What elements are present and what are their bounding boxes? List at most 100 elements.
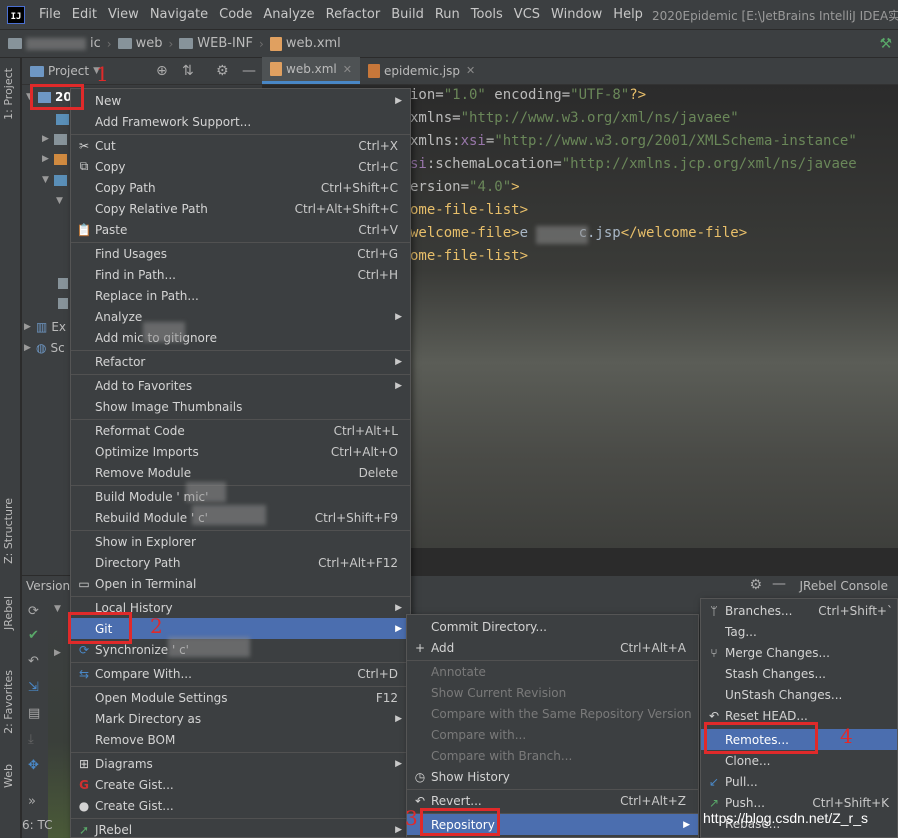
breadcrumb-project[interactable]: ic (8, 36, 101, 51)
menu-help[interactable]: Help (613, 7, 643, 22)
menu-item-directory-path[interactable]: Directory Path Ctrl+Alt+F12 (71, 552, 410, 573)
scissors-icon: ✂ (78, 138, 90, 153)
menu-item-stash-changes[interactable]: Stash Changes... (701, 663, 897, 684)
menu-item-tag[interactable]: Tag... (701, 621, 897, 642)
menu-code[interactable]: Code (219, 7, 252, 22)
submenu-arrow-icon: ▶ (395, 356, 402, 367)
menu-item-build-module[interactable]: Build Module ' mic' (71, 486, 410, 507)
hide-panel-icon[interactable]: — (772, 576, 786, 592)
menu-item-diagrams[interactable]: ⊞ Diagrams ▶ (71, 753, 410, 774)
tool-window-todo[interactable]: 6: TC (22, 818, 53, 832)
collapse-all-icon[interactable]: ⇅ (182, 63, 194, 79)
tree-row[interactable]: ▼ (56, 191, 68, 211)
menu-item-find-in-path[interactable]: Find in Path... Ctrl+H (71, 264, 410, 285)
menu-navigate[interactable]: Navigate (150, 7, 208, 22)
gear-icon[interactable]: ⚙ (216, 63, 229, 79)
menu-item-jrebel[interactable]: ➚ JRebel ▶ (71, 819, 410, 838)
folder-icon (8, 38, 22, 49)
menu-file[interactable]: File (39, 7, 61, 22)
xml-file-icon (269, 36, 282, 51)
menu-item-open-module-settings[interactable]: Open Module Settings F12 (71, 687, 410, 708)
menu-item-paste[interactable]: 📋 Paste Ctrl+V (71, 219, 410, 240)
locate-target-icon[interactable]: ⊕ (156, 63, 168, 79)
menu-item-remove-module[interactable]: Remove Module Delete (71, 462, 410, 483)
menu-item-cut[interactable]: ✂ Cut Ctrl+X (71, 135, 410, 156)
menu-window[interactable]: Window (551, 7, 602, 22)
pull-arrow-icon: ↙ (708, 774, 720, 789)
close-icon[interactable]: ✕ (466, 64, 475, 77)
changelist-icon[interactable]: ▤ (28, 706, 40, 721)
menu-item-show-image-thumbnails[interactable]: Show Image Thumbnails (71, 396, 410, 417)
diff-arrows-icon[interactable]: ⇲ (28, 680, 39, 695)
menu-item-refactor[interactable]: Refactor ▶ (71, 351, 410, 372)
tab-web-xml[interactable]: web.xml ✕ (262, 57, 360, 84)
menu-item-create-gist-github[interactable]: ● Create Gist... (71, 795, 410, 816)
tree-row[interactable]: ▶ (42, 129, 71, 149)
menu-tools[interactable]: Tools (471, 7, 503, 22)
menu-item-find-usages[interactable]: Find Usages Ctrl+G (71, 243, 410, 264)
menu-edit[interactable]: Edit (72, 7, 97, 22)
build-hammer-icon[interactable]: ⚒ (879, 36, 892, 52)
menu-item-replace-in-path[interactable]: Replace in Path... (71, 285, 410, 306)
menu-item-optimize-imports[interactable]: Optimize Imports Ctrl+Alt+O (71, 441, 410, 462)
menu-view[interactable]: View (108, 7, 139, 22)
annotation-box-2 (68, 612, 132, 644)
commit-check-icon[interactable]: ✔ (28, 628, 39, 643)
tab-epidemic-jsp[interactable]: epidemic.jsp ✕ (360, 57, 483, 84)
menu-analyze[interactable]: Analyze (263, 7, 314, 22)
jrebel-console-tab[interactable]: JRebel Console (799, 579, 888, 593)
hide-panel-icon[interactable]: — (242, 63, 256, 79)
menu-item-open-in-terminal[interactable]: ▭ Open in Terminal (71, 573, 410, 594)
menu-vcs[interactable]: VCS (514, 7, 540, 22)
menu-item-show-history[interactable]: ◷ Show History (407, 766, 698, 787)
expand-icon[interactable]: ✥ (28, 758, 39, 773)
menu-item-merge-changes[interactable]: ⑂ Merge Changes... (701, 642, 897, 663)
menu-item-new[interactable]: New ▶ (71, 90, 410, 111)
breadcrumb-web[interactable]: web (117, 36, 162, 51)
menu-refactor[interactable]: Refactor (326, 7, 381, 22)
close-icon[interactable]: ✕ (343, 63, 352, 76)
menu-item-commit-directory[interactable]: Commit Directory... (407, 616, 698, 637)
menu-item-add-to-gitignore[interactable]: Add mic to gitignore (71, 327, 410, 348)
version-control-tab[interactable]: Version (26, 579, 70, 593)
menu-item-remove-bom[interactable]: Remove BOM (71, 729, 410, 750)
gear-icon[interactable]: ⚙ (749, 577, 762, 593)
tool-window-project[interactable]: 1: Project (2, 68, 15, 120)
breadcrumb-web-xml[interactable]: web.xml (269, 36, 341, 51)
project-view-dropdown[interactable]: Project ▼ (22, 64, 100, 78)
tool-window-web[interactable]: Web (2, 764, 15, 788)
refresh-icon[interactable]: ⟳ (28, 604, 39, 619)
file-icon (58, 297, 68, 309)
menu-item-mark-directory-as[interactable]: Mark Directory as ▶ (71, 708, 410, 729)
undo-icon[interactable]: ↶ (28, 654, 39, 669)
menu-run[interactable]: Run (435, 7, 460, 22)
menu-item-git-add[interactable]: + Add Ctrl+Alt+A (407, 637, 698, 658)
code-line: ion="1.0" encoding="UTF-8"?> (410, 87, 647, 103)
menu-item-add-framework[interactable]: Add Framework Support... (71, 111, 410, 132)
shelve-icon[interactable]: ⤓ (28, 732, 34, 747)
menu-item-create-gist-gitee[interactable]: G Create Gist... (71, 774, 410, 795)
menu-item-copy-relative-path[interactable]: Copy Relative Path Ctrl+Alt+Shift+C (71, 198, 410, 219)
menu-build[interactable]: Build (391, 7, 424, 22)
menu-item-show-in-explorer[interactable]: Show in Explorer (71, 531, 410, 552)
menu-item-pull[interactable]: ↙ Pull... (701, 771, 897, 792)
breadcrumb-web-inf[interactable]: WEB-INF (179, 36, 253, 51)
more-icon[interactable]: » (28, 794, 36, 809)
menu-item-reformat-code[interactable]: Reformat Code Ctrl+Alt+L (71, 420, 410, 441)
tool-window-jrebel[interactable]: JRebel (2, 596, 15, 630)
jsp-file-icon (367, 63, 380, 78)
menu-item-analyze[interactable]: Analyze ▶ (71, 306, 410, 327)
menu-item-add-to-favorites[interactable]: Add to Favorites ▶ (71, 375, 410, 396)
tool-window-favorites[interactable]: 2: Favorites (2, 670, 15, 734)
menu-item-unstash-changes[interactable]: UnStash Changes... (701, 684, 897, 705)
tree-row-scratches[interactable]: ▶ ◍ Sc (24, 338, 65, 358)
menu-item-compare-with[interactable]: ⇆ Compare With... Ctrl+D (71, 663, 410, 684)
menu-item-copy[interactable]: ⧉ Copy Ctrl+C (71, 156, 410, 177)
menu-item-copy-path[interactable]: Copy Path Ctrl+Shift+C (71, 177, 410, 198)
tree-row-external-libraries[interactable]: ▶ ▥ Ex (24, 317, 66, 337)
code-line: ome-file-list> (410, 248, 529, 264)
tree-row[interactable]: ▼ (42, 170, 71, 190)
tree-row[interactable]: ▶ (42, 149, 71, 169)
tool-window-structure[interactable]: Z: Structure (2, 498, 15, 564)
menu-item-branches[interactable]: ᛘ Branches... Ctrl+Shift+` (701, 600, 897, 621)
